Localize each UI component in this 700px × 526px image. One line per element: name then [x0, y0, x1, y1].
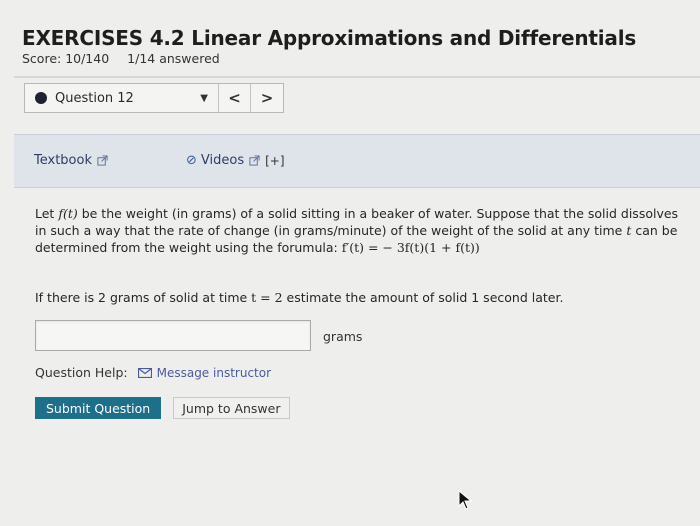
header-divider [14, 76, 700, 78]
page-title: EXERCISES 4.2 Linear Approximations and … [22, 26, 637, 50]
score-text: Score: 10/140 [22, 51, 110, 66]
mouse-cursor-icon [458, 490, 472, 510]
question-dropdown-label: Question 12 [55, 90, 134, 106]
score-row: Score: 10/140 1/14 answered [22, 51, 234, 66]
paperclip-icon: ⊘ [186, 153, 197, 168]
submit-question-button[interactable]: Submit Question [35, 397, 162, 419]
answer-unit: grams [323, 329, 363, 344]
problem-text-2: be the weight (in grams) of a solid sitt… [35, 206, 679, 238]
resource-bar: Textbook ⊘ Videos [+] [14, 134, 700, 188]
textbook-link[interactable]: Textbook [34, 153, 108, 168]
envelope-icon [137, 367, 152, 378]
external-link-icon [249, 155, 260, 166]
question-help-label: Question Help: [35, 365, 128, 380]
question-help: Question Help: Message instructor [35, 365, 271, 380]
next-question-button[interactable]: > [251, 84, 283, 112]
videos-label: Videos [200, 153, 245, 168]
answer-input[interactable] [35, 320, 311, 351]
action-buttons: Submit Question Jump to Answer [35, 397, 290, 419]
rate-formula: f′(t) = − 3f(t)(1 + f(t)) [341, 240, 480, 255]
caret-down-icon: ▼ [200, 92, 208, 104]
question-selector: Question 12 ▼ < > [24, 83, 284, 113]
status-dot-icon [35, 92, 47, 104]
expand-videos-toggle[interactable]: [+] [265, 154, 284, 168]
question-prompt: If there is 2 grams of solid at time t =… [35, 290, 563, 305]
message-instructor-label: Message instructor [156, 365, 272, 380]
textbook-label: Textbook [34, 153, 92, 168]
time-equation: t = 2 [251, 290, 283, 305]
problem-statement: Let f(t) be the weight (in grams) of a s… [35, 205, 690, 256]
previous-question-button[interactable]: < [219, 84, 251, 112]
question-text-2: estimate the amount of solid 1 second la… [282, 290, 564, 305]
message-instructor-link[interactable]: Message instructor [137, 365, 272, 380]
question-text-1: If there is 2 grams of solid at time [35, 290, 252, 305]
external-link-icon [97, 155, 108, 166]
videos-link[interactable]: ⊘ Videos [+] [186, 153, 285, 168]
question-dropdown[interactable]: Question 12 ▼ [25, 84, 219, 112]
function-symbol: f(t) [58, 206, 78, 221]
jump-to-answer-button[interactable]: Jump to Answer [173, 397, 290, 419]
answered-count: 1/14 answered [127, 51, 220, 66]
problem-text-1: Let [35, 206, 59, 221]
